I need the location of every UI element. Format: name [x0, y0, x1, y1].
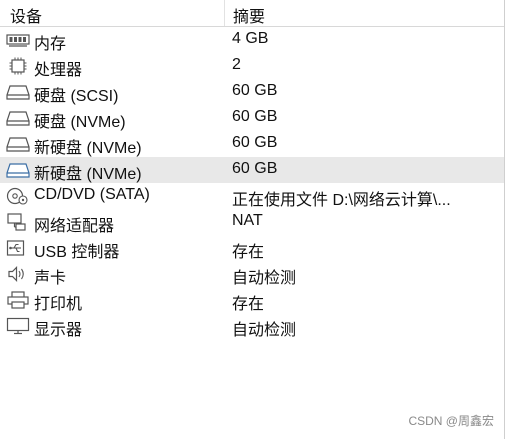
device-row-new-hard-disk-1[interactable]: 新硬盘 (NVMe) 60 GB — [0, 131, 504, 157]
device-name: USB 控制器 — [34, 244, 120, 261]
usb-icon — [6, 239, 30, 257]
device-summary: 正在使用文件 D:\网络云计算\... — [232, 192, 451, 209]
device-summary: 存在 — [232, 296, 265, 313]
device-row-printer[interactable]: 打印机 存在 — [0, 287, 504, 313]
device-summary: 60 GB — [232, 134, 278, 151]
memory-icon — [6, 31, 30, 49]
cd-dvd-icon — [6, 187, 30, 205]
device-summary: 自动检测 — [232, 322, 297, 339]
device-summary: 60 GB — [232, 82, 278, 99]
device-row-processor[interactable]: 处理器 2 — [0, 53, 504, 79]
device-row-display[interactable]: 显示器 自动检测 — [0, 313, 504, 339]
device-row-network-adapter[interactable]: 网络适配器 NAT — [0, 209, 504, 235]
device-name: 网络适配器 — [34, 218, 115, 235]
device-summary: 存在 — [232, 244, 265, 261]
processor-icon — [6, 57, 30, 75]
device-name: 内存 — [34, 36, 67, 53]
device-name: CD/DVD (SATA) — [34, 186, 150, 203]
hard-disk-icon — [6, 161, 30, 179]
device-name: 硬盘 (SCSI) — [34, 88, 119, 105]
hard-disk-icon — [6, 135, 30, 153]
device-name: 声卡 — [34, 270, 67, 287]
hard-disk-icon — [6, 83, 30, 101]
sound-card-icon — [6, 265, 30, 283]
display-icon — [6, 317, 30, 335]
watermark: CSDN @周鑫宏 — [408, 414, 494, 428]
device-row-cd-dvd[interactable]: CD/DVD (SATA) 正在使用文件 D:\网络云计算\... — [0, 183, 504, 209]
device-summary: 自动检测 — [232, 270, 297, 287]
device-row-sound-card[interactable]: 声卡 自动检测 — [0, 261, 504, 287]
device-summary: 60 GB — [232, 160, 278, 177]
printer-icon — [6, 291, 30, 309]
device-row-usb-controller[interactable]: USB 控制器 存在 — [0, 235, 504, 261]
device-summary: 2 — [232, 56, 241, 73]
device-name: 新硬盘 (NVMe) — [34, 140, 142, 157]
column-divider[interactable] — [224, 0, 225, 26]
list-header: 设备 摘要 — [0, 0, 504, 27]
hardware-device-list: 设备 摘要 内存 4 GB 处理器 2 硬盘 (SCSI) 60 GB 硬盘 (… — [0, 0, 505, 439]
device-row-hard-disk-scsi[interactable]: 硬盘 (SCSI) 60 GB — [0, 79, 504, 105]
device-name: 打印机 — [34, 296, 83, 313]
device-summary: NAT — [232, 212, 263, 229]
network-adapter-icon — [6, 213, 30, 231]
device-row-new-hard-disk-2[interactable]: 新硬盘 (NVMe) 60 GB — [0, 157, 504, 183]
device-summary: 4 GB — [232, 30, 269, 47]
device-column-header[interactable]: 设备 — [10, 3, 42, 27]
device-summary: 60 GB — [232, 108, 278, 125]
summary-column-header[interactable]: 摘要 — [233, 3, 265, 27]
hard-disk-icon — [6, 109, 30, 127]
device-row-memory[interactable]: 内存 4 GB — [0, 27, 504, 53]
device-name: 硬盘 (NVMe) — [34, 114, 126, 131]
device-name: 显示器 — [34, 322, 83, 339]
device-name: 新硬盘 (NVMe) — [34, 166, 142, 183]
device-name: 处理器 — [34, 62, 83, 79]
device-row-hard-disk-nvme[interactable]: 硬盘 (NVMe) 60 GB — [0, 105, 504, 131]
